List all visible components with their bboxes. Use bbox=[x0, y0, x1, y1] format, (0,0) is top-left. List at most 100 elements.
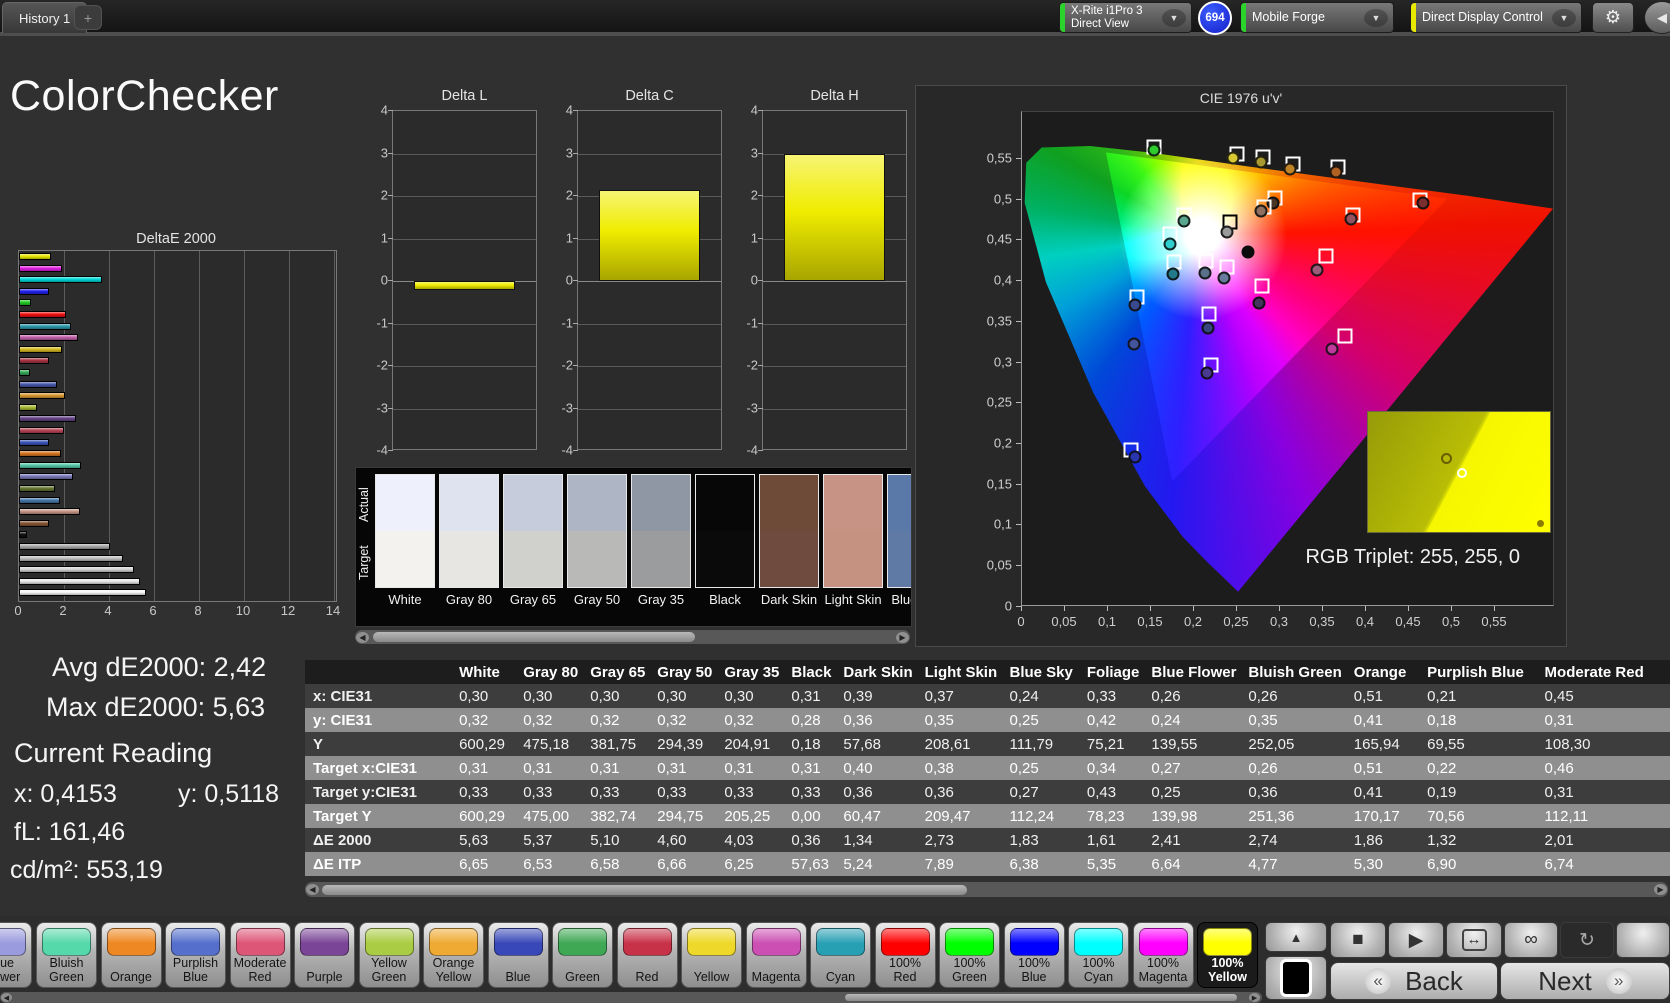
scrollbar-thumb[interactable] bbox=[322, 884, 967, 895]
cell-value: 600,29 bbox=[451, 732, 516, 756]
table-scrollbar[interactable]: ◀ ▶ bbox=[305, 882, 1668, 897]
cell-value: 6,65 bbox=[451, 852, 516, 876]
pattern-button-magenta[interactable]: Magenta bbox=[745, 922, 807, 988]
window-toggle-button[interactable] bbox=[1265, 956, 1327, 1000]
x-tick bbox=[1322, 606, 1323, 611]
pattern-label: Moderate Red bbox=[233, 956, 287, 984]
gear-icon[interactable]: ⚙ bbox=[1592, 2, 1634, 33]
de2000-bar-moderate-red bbox=[19, 427, 65, 434]
pattern-button-green[interactable]: Green bbox=[552, 922, 613, 988]
next-button[interactable]: Next » bbox=[1500, 962, 1670, 1000]
pattern-button-100-green[interactable]: 100% Green bbox=[939, 922, 1000, 988]
pattern-chip bbox=[687, 928, 736, 956]
extra-button[interactable] bbox=[1616, 922, 1670, 958]
pattern-button-bluish-green[interactable]: Bluish Green bbox=[36, 922, 97, 988]
cell-value: 57,63 bbox=[783, 852, 836, 876]
x-tick-label: 6 bbox=[149, 603, 157, 618]
cell-value: 1,86 bbox=[1345, 828, 1420, 852]
scroll-up-button[interactable]: ▲ bbox=[1265, 922, 1327, 952]
cell-value: 139,98 bbox=[1143, 804, 1241, 828]
cell-value: 5,10 bbox=[582, 828, 650, 852]
pattern-button-orange-yellow[interactable]: Orange Yellow bbox=[423, 922, 484, 988]
cie-measured-purple bbox=[1252, 296, 1266, 310]
cell-value: 0,51 bbox=[1345, 756, 1420, 780]
de2000-bar-gray-50 bbox=[19, 554, 123, 562]
column-header-black: Black bbox=[783, 660, 836, 684]
pattern-label: Orange Yellow bbox=[432, 956, 475, 984]
loop-button[interactable]: ∞ bbox=[1504, 922, 1558, 958]
scroll-right-icon[interactable]: ▶ bbox=[1249, 993, 1260, 1002]
pattern-button-100-red[interactable]: 100% Red bbox=[874, 922, 936, 988]
y-tick bbox=[1016, 361, 1021, 363]
play-button[interactable]: ▶ bbox=[1388, 922, 1444, 958]
y-tick-label: 3 bbox=[380, 145, 388, 160]
pattern-button-purplish-blue[interactable]: Purplish Blue bbox=[165, 922, 226, 988]
cie-target-pink bbox=[1318, 248, 1334, 264]
patch-strip-scrollbar[interactable]: ◀ ▶ bbox=[355, 630, 910, 644]
back-button[interactable]: « Back bbox=[1330, 962, 1498, 1000]
y-tick bbox=[758, 152, 763, 154]
range-button[interactable]: ↔ bbox=[1446, 922, 1502, 958]
pattern-button-yellow[interactable]: Yellow bbox=[681, 922, 742, 988]
column-header-light-skin: Light Skin bbox=[916, 660, 1002, 684]
y-tick-label: -2 bbox=[561, 357, 573, 373]
row-label: ΔE 2000 bbox=[305, 828, 452, 852]
pattern-chip bbox=[1138, 928, 1188, 956]
delta-bar bbox=[414, 281, 515, 290]
pattern-button-blue[interactable]: Blue bbox=[487, 922, 549, 988]
reading-fl-value: fL: 161,46 bbox=[14, 818, 126, 846]
pattern-source-dropdown[interactable]: Mobile Forge ▼ bbox=[1240, 2, 1394, 33]
scrollbar-thumb[interactable] bbox=[373, 632, 695, 642]
pattern-button-orange[interactable]: Orange bbox=[100, 922, 162, 988]
y-tick bbox=[1016, 524, 1021, 526]
cell-value: 0,38 bbox=[916, 756, 1002, 780]
cell-value: 6,38 bbox=[1001, 852, 1079, 876]
y-tick bbox=[388, 365, 393, 366]
cell-value: 0,32 bbox=[515, 708, 583, 732]
x-tick bbox=[1365, 606, 1366, 611]
scroll-left-icon[interactable]: ◀ bbox=[1, 993, 12, 1002]
de2000-bar-white bbox=[19, 589, 146, 597]
pattern-button-100-cyan[interactable]: 100% Cyan bbox=[1068, 922, 1129, 988]
pattern-chip bbox=[42, 928, 91, 956]
delta-chart-delta-c: Delta C 4 3 2 1 0 -1 -2 -3 -4 bbox=[555, 88, 723, 470]
add-tab-button[interactable]: + bbox=[74, 5, 102, 30]
scroll-right-icon[interactable]: ▶ bbox=[896, 631, 909, 643]
x-tick bbox=[1021, 606, 1022, 611]
cie-measured-cyan bbox=[1166, 267, 1180, 281]
pattern-button-100-yellow[interactable]: 100% Yellow bbox=[1197, 922, 1258, 988]
pattern-button-cyan[interactable]: Cyan bbox=[810, 922, 871, 988]
pattern-button-purple[interactable]: Purple bbox=[294, 922, 355, 988]
y-tick bbox=[1016, 320, 1021, 322]
y-tick-label: -1 bbox=[746, 315, 758, 330]
pattern-button-blue-flower[interactable]: Blue Flower bbox=[0, 922, 32, 988]
meter-dropdown[interactable]: X-Rite i1Pro 3 Direct View ▼ bbox=[1059, 2, 1192, 33]
scroll-left-icon[interactable]: ◀ bbox=[356, 631, 369, 643]
stop-button[interactable]: ■ bbox=[1330, 922, 1386, 958]
pattern-button-red[interactable]: Red bbox=[616, 922, 678, 988]
pattern-label: Green bbox=[565, 970, 600, 984]
scroll-left-icon[interactable]: ◀ bbox=[306, 884, 319, 895]
refresh-button[interactable]: ↻ bbox=[1560, 922, 1614, 958]
y-tick-label: 0 bbox=[565, 272, 573, 288]
pattern-button-yellow-green[interactable]: Yellow Green bbox=[358, 922, 420, 988]
cie-measured-blue-2 bbox=[1127, 337, 1140, 351]
display-control-dropdown[interactable]: Direct Display Control ▼ bbox=[1410, 2, 1582, 33]
pattern-chip bbox=[622, 928, 672, 956]
delta-chart-plot bbox=[392, 110, 537, 450]
pattern-chip bbox=[171, 928, 220, 956]
pattern-button-100-magenta[interactable]: 100% Magenta bbox=[1132, 922, 1194, 988]
gridline bbox=[289, 251, 290, 601]
gridline bbox=[393, 323, 536, 325]
range-icon: ↔ bbox=[1461, 929, 1487, 951]
pattern-bar-scrollbar[interactable]: ◀ ▶ bbox=[0, 992, 1262, 1003]
target-color bbox=[760, 531, 818, 587]
pattern-button-100-blue[interactable]: 100% Blue bbox=[1003, 922, 1065, 988]
cie-x-tick-label: 0,3 bbox=[1269, 614, 1289, 629]
scroll-right-icon[interactable]: ▶ bbox=[1654, 884, 1667, 895]
y-tick bbox=[758, 365, 763, 366]
scrollbar-thumb[interactable] bbox=[845, 994, 1237, 1001]
pattern-button-moderate-red[interactable]: Moderate Red bbox=[229, 922, 291, 988]
cell-value: 252,05 bbox=[1240, 732, 1346, 756]
compare-swatch-dark-skin bbox=[759, 474, 819, 588]
